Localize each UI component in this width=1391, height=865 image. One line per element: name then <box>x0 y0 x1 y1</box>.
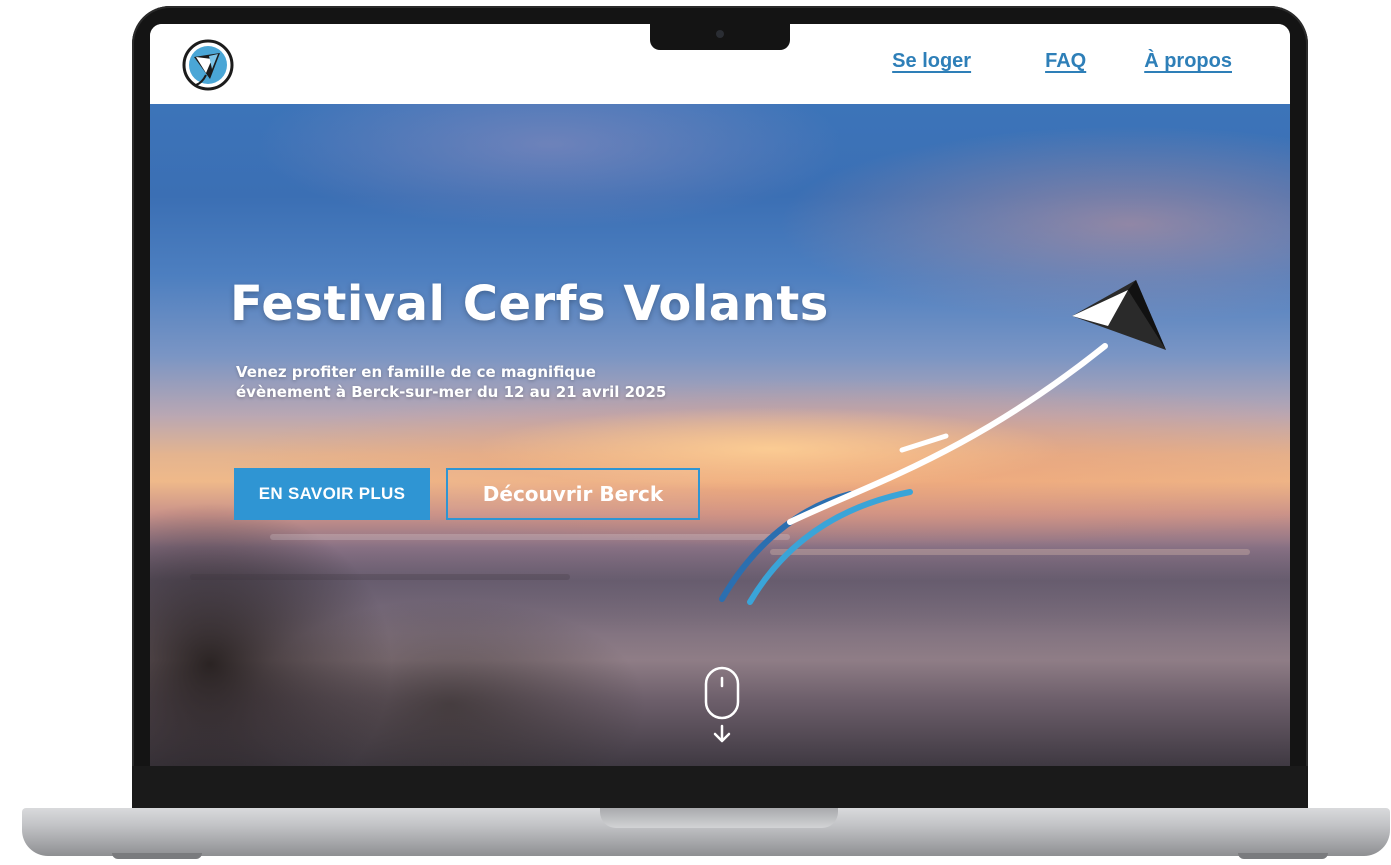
kite-trail-dark-blue <box>719 491 853 602</box>
kite-trail-light-blue <box>747 489 913 605</box>
laptop-bottom-bezel <box>132 766 1308 810</box>
kite-logo-icon[interactable] <box>182 39 234 91</box>
laptop-foot-left <box>112 853 202 859</box>
laptop-opening-notch <box>600 808 838 828</box>
camera-notch <box>650 24 790 50</box>
mouse-scroll-icon[interactable] <box>702 664 742 746</box>
laptop-screen: Se loger FAQ À propos Festival Cerfs Vol… <box>150 24 1290 766</box>
hero-section: Festival Cerfs Volants Venez profiter en… <box>150 104 1290 766</box>
nav-link-a-propos[interactable]: À propos <box>1144 50 1232 73</box>
nav-link-se-loger[interactable]: Se loger <box>892 50 971 73</box>
nav-links: Se loger FAQ À propos <box>892 50 1232 73</box>
kite-icon <box>1072 280 1166 350</box>
camera-icon <box>716 30 724 38</box>
laptop-foot-right <box>1238 853 1328 859</box>
kite-trail-dash <box>899 433 949 453</box>
nav-link-faq[interactable]: FAQ <box>1045 50 1086 73</box>
